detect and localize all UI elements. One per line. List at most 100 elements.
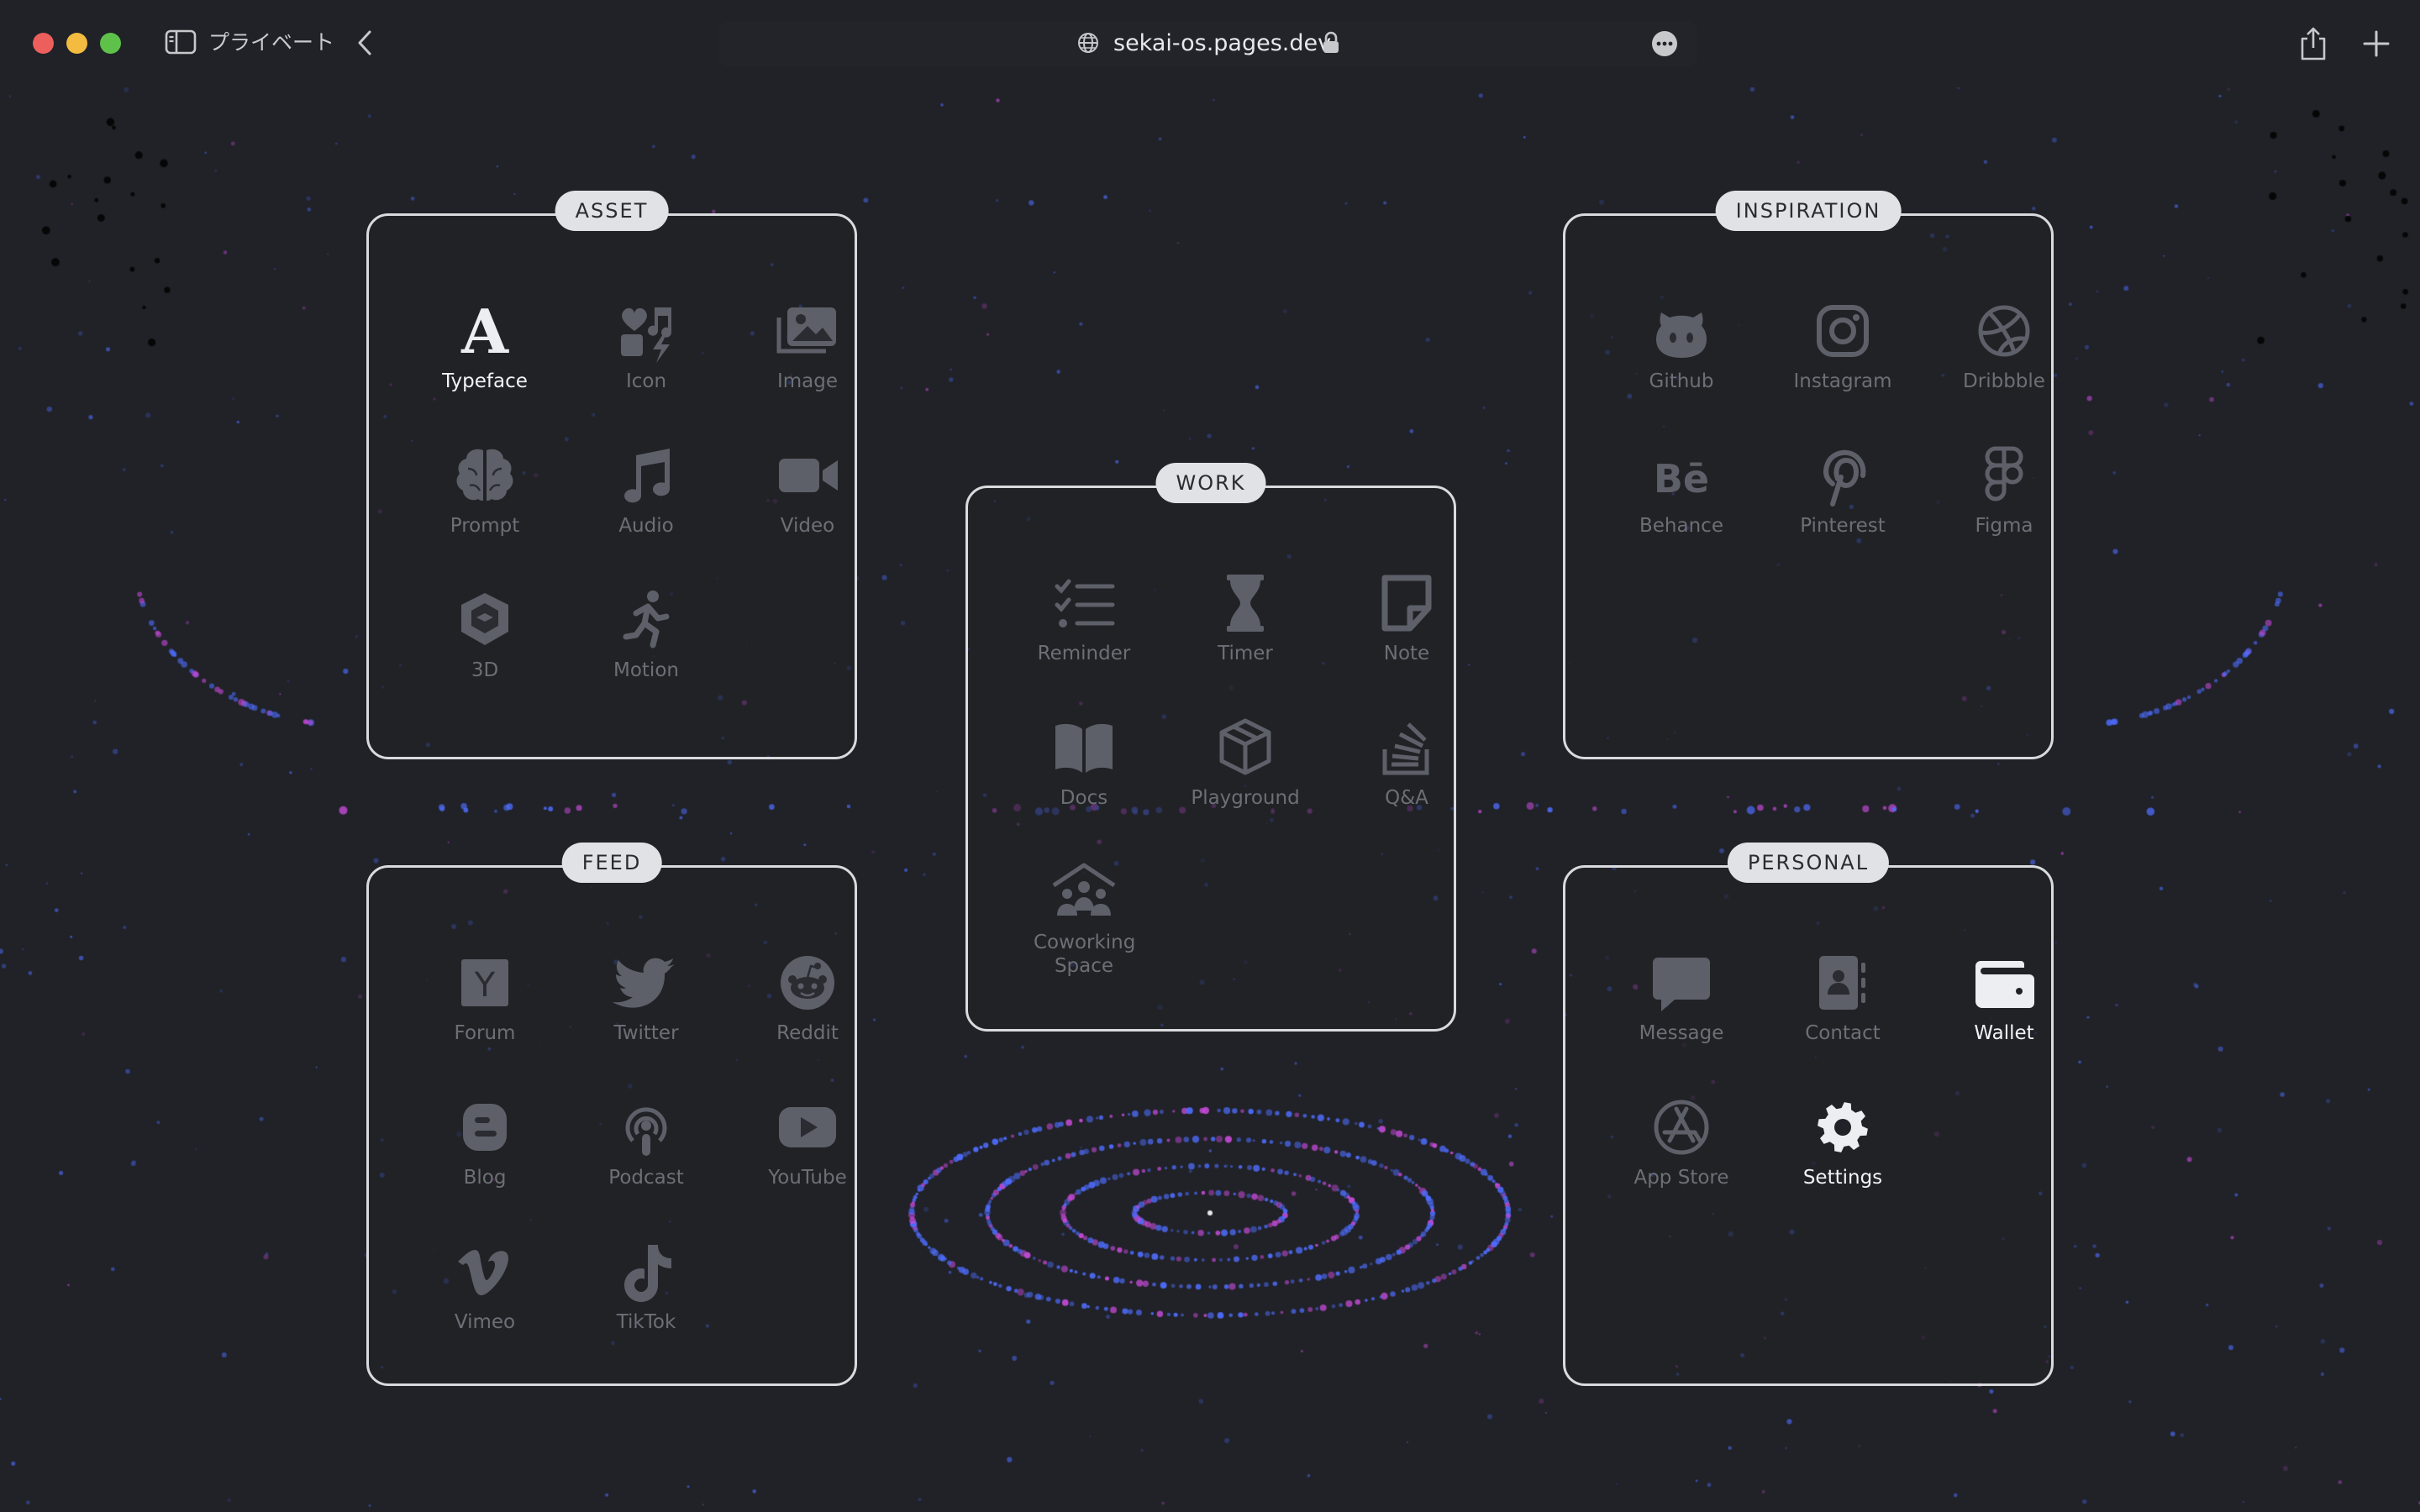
app-label: Contact (1805, 1022, 1881, 1044)
asset-panel: ASSET A Typeface Icon Image Prompt Audio… (366, 191, 857, 759)
app-playground[interactable]: Playground (1178, 712, 1313, 810)
app-label: Wallet (1974, 1022, 2034, 1044)
close-window-button[interactable] (33, 33, 54, 54)
youtube-icon (772, 1092, 843, 1163)
app-youtube[interactable]: YouTube (740, 1092, 875, 1189)
icon-icon (611, 296, 681, 366)
twitter-icon (611, 948, 681, 1018)
app-message[interactable]: Message (1614, 948, 1749, 1045)
app-motion[interactable]: Motion (579, 585, 713, 682)
app-podcast[interactable]: Podcast (579, 1092, 713, 1189)
app-label: Prompt (450, 515, 520, 537)
podcast-icon (611, 1092, 681, 1163)
app-github[interactable]: Github (1614, 296, 1749, 393)
app-note[interactable]: Note (1339, 568, 1474, 665)
app-figma[interactable]: Figma (1937, 440, 2071, 538)
app-reddit[interactable]: Reddit (740, 948, 875, 1045)
instagram-icon (1807, 296, 1878, 366)
app-qa[interactable]: Q&A (1339, 712, 1474, 810)
app-twitter[interactable]: Twitter (579, 948, 713, 1045)
private-mode-label[interactable]: プライベート (208, 29, 334, 57)
personal-panel-label: PERSONAL (1727, 843, 1890, 883)
motion-runner-icon (611, 585, 681, 655)
github-icon (1646, 296, 1717, 366)
app-label: Github (1649, 370, 1714, 392)
app-label: Vimeo (454, 1311, 516, 1333)
pinterest-icon (1807, 440, 1878, 511)
browser-window: プライベート sekai-os.pages.dev ASSET A Typefa… (0, 0, 2420, 1512)
app-label: Twitter (613, 1022, 679, 1044)
app-prompt[interactable]: Prompt (418, 440, 552, 538)
app-label: Settings (1802, 1167, 1883, 1189)
more-options-icon[interactable] (1650, 29, 1679, 58)
asset-panel-label: ASSET (555, 191, 669, 231)
audio-note-icon (611, 440, 681, 511)
app-3d[interactable]: 3D (418, 585, 552, 682)
3d-cube-icon (450, 585, 520, 655)
app-tiktok[interactable]: TikTok (579, 1236, 713, 1334)
app-label: Instagram (1793, 370, 1892, 392)
app-label: 3D (471, 659, 499, 681)
app-label: Docs (1060, 787, 1108, 809)
app-reminder[interactable]: Reminder (1017, 568, 1151, 665)
maximize-window-button[interactable] (100, 33, 121, 54)
app-label: Q&A (1385, 787, 1428, 809)
app-instagram[interactable]: Instagram (1776, 296, 1910, 393)
app-audio[interactable]: Audio (579, 440, 713, 538)
share-icon[interactable] (2298, 25, 2328, 62)
personal-panel: PERSONAL Message Contact Wallet App Stor… (1563, 843, 2054, 1386)
app-settings[interactable]: Settings (1776, 1092, 1910, 1189)
app-typeface[interactable]: A Typeface (418, 296, 552, 393)
app-label: Icon (625, 370, 667, 392)
contact-icon (1807, 948, 1878, 1018)
app-store-icon (1646, 1092, 1717, 1163)
minimize-window-button[interactable] (66, 33, 87, 54)
app-label: Timer (1218, 643, 1273, 664)
app-app-store[interactable]: App Store (1614, 1092, 1749, 1189)
app-label: Message (1639, 1022, 1724, 1044)
video-camera-icon (772, 440, 843, 511)
app-timer[interactable]: Timer (1178, 568, 1313, 665)
svg-text:Bē: Bē (1654, 456, 1709, 501)
app-label: Video (780, 515, 835, 537)
inspiration-panel: INSPIRATION Github Instagram Dribbble Bē… (1563, 191, 2054, 759)
app-label: Typeface (442, 370, 528, 392)
svg-text:A: A (460, 296, 509, 366)
behance-icon: Bē (1646, 440, 1717, 511)
app-coworking-space[interactable]: Coworking Space (1017, 857, 1151, 978)
app-wallet[interactable]: Wallet (1937, 948, 2071, 1045)
app-blog[interactable]: Blog (418, 1092, 552, 1189)
reddit-icon (772, 948, 843, 1018)
tiktok-icon (611, 1236, 681, 1307)
app-vimeo[interactable]: Vimeo (418, 1236, 552, 1334)
playground-box-icon (1210, 712, 1281, 783)
app-video[interactable]: Video (740, 440, 875, 538)
blog-icon (450, 1092, 520, 1163)
app-docs[interactable]: Docs (1017, 712, 1151, 810)
wallet-icon (1969, 948, 2039, 1018)
browser-toolbar: プライベート sekai-os.pages.dev (0, 0, 2420, 87)
globe-icon (1076, 30, 1101, 55)
address-url[interactable]: sekai-os.pages.dev (1113, 28, 1331, 60)
reminder-list-icon (1049, 568, 1119, 638)
app-icon[interactable]: Icon (579, 296, 713, 393)
app-label: Pinterest (1800, 515, 1886, 537)
app-behance[interactable]: Bē Behance (1614, 440, 1749, 538)
app-label: App Store (1634, 1167, 1729, 1189)
app-pinterest[interactable]: Pinterest (1776, 440, 1910, 538)
app-label: Podcast (608, 1167, 684, 1189)
app-label: Blog (463, 1167, 507, 1189)
back-chevron-icon[interactable] (353, 27, 378, 59)
app-dribbble[interactable]: Dribbble (1937, 296, 2071, 393)
app-image[interactable]: Image (740, 296, 875, 393)
image-icon (772, 296, 843, 366)
forum-y-icon: Y (450, 948, 520, 1018)
app-forum[interactable]: Y Forum (418, 948, 552, 1045)
new-tab-plus-icon[interactable] (2360, 27, 2393, 60)
message-icon (1646, 948, 1717, 1018)
lock-icon (1321, 30, 1341, 55)
sidebar-toggle-icon[interactable] (165, 29, 197, 55)
app-label: TikTok (616, 1311, 676, 1333)
app-label: Motion (613, 659, 679, 681)
app-contact[interactable]: Contact (1776, 948, 1910, 1045)
